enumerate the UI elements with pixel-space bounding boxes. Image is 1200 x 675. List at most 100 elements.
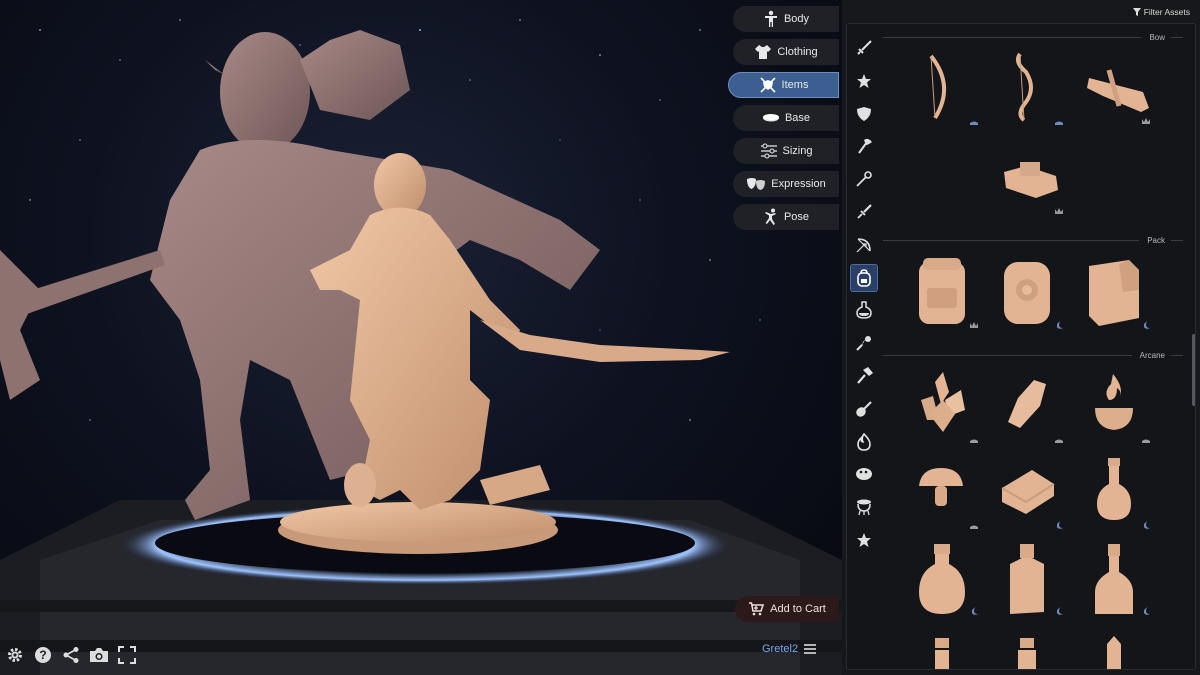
- pose-figure-icon: [764, 208, 776, 225]
- category-body-button[interactable]: Body: [733, 6, 839, 32]
- gourd-bottle-image: [919, 544, 965, 614]
- asset-single-crystal[interactable]: [986, 364, 1068, 448]
- category-clothing-button[interactable]: Clothing: [733, 39, 839, 65]
- crystal-cluster-image: [921, 372, 965, 432]
- bottle-image: [935, 638, 949, 669]
- crown-icon: [1142, 118, 1150, 124]
- hammer-icon: [857, 366, 873, 384]
- sidebar-item-hammer[interactable]: [850, 362, 878, 390]
- category-label: Body: [783, 13, 810, 25]
- dagger-icon: [857, 204, 872, 219]
- sidebar-item-dagger[interactable]: [850, 198, 878, 226]
- sidebar-item-bow[interactable]: [850, 231, 878, 259]
- hand-icon: [1055, 121, 1063, 125]
- asset-spell-book[interactable]: [986, 450, 1068, 534]
- cart-icon: [749, 602, 765, 616]
- sword-icon: [857, 40, 872, 55]
- settings-button[interactable]: [5, 645, 25, 665]
- category-label: Sizing: [782, 145, 813, 157]
- moon-icon: [1143, 521, 1150, 529]
- share-button[interactable]: [61, 645, 81, 665]
- asset-panel: Filter Assets Bow Pack Arcane: [842, 0, 1200, 675]
- section-title: Arcane: [1139, 350, 1165, 360]
- asset-longbow[interactable]: [901, 46, 983, 130]
- category-items-button[interactable]: Items: [728, 72, 839, 98]
- asset-large-backpack[interactable]: [901, 250, 983, 334]
- asset-recurve-bow[interactable]: [986, 46, 1068, 130]
- longbow-image: [929, 54, 947, 120]
- category-label: Clothing: [777, 46, 818, 58]
- sidebar-item-cauldron[interactable]: [850, 493, 878, 521]
- axe-icon: [858, 139, 872, 154]
- section-header-pack: Pack: [883, 234, 1183, 246]
- gear-icon: [8, 648, 22, 662]
- asset-fire-bowl[interactable]: [1073, 364, 1155, 448]
- theater-masks-icon: [747, 178, 766, 190]
- asset-scrollbar[interactable]: [1192, 334, 1195, 406]
- share-icon: [63, 647, 79, 663]
- asset-box-pack[interactable]: [1073, 250, 1155, 334]
- section-header-bow: Bow: [883, 31, 1183, 43]
- item-type-sidebar: [847, 24, 881, 669]
- screenshot-button[interactable]: [89, 645, 109, 665]
- shield-icon: [857, 106, 871, 121]
- sidebar-item-axe[interactable]: [850, 132, 878, 160]
- bottle-image: [1107, 636, 1121, 669]
- help-button[interactable]: ?: [33, 645, 53, 665]
- sidebar-item-star[interactable]: [850, 67, 878, 95]
- round-satchel-image: [1004, 262, 1050, 324]
- viewport-toolbar: ?: [5, 645, 137, 665]
- sidebar-item-favorites[interactable]: [850, 526, 878, 554]
- section-title: Bow: [1149, 32, 1165, 42]
- sidebar-item-staff[interactable]: [850, 165, 878, 193]
- asset-gourd-bottle[interactable]: [901, 536, 983, 620]
- creature-icon: [856, 468, 872, 481]
- tall-bottle-image: [1095, 544, 1133, 614]
- user-menu[interactable]: Gretel2: [762, 641, 817, 657]
- sidebar-item-flame[interactable]: [850, 428, 878, 456]
- sidebar-item-flail[interactable]: [850, 329, 878, 357]
- asset-row-partial-3[interactable]: [1073, 628, 1155, 669]
- asset-mushroom[interactable]: [901, 450, 983, 534]
- add-to-cart-button[interactable]: Add to Cart: [735, 596, 839, 622]
- 3d-viewport[interactable]: [0, 0, 842, 675]
- asset-row-partial-2[interactable]: [986, 628, 1068, 669]
- sidebar-item-sword[interactable]: [850, 34, 878, 62]
- sidebar-item-backpack[interactable]: [850, 263, 878, 292]
- help-icon: ?: [35, 647, 51, 663]
- sidebar-item-creature[interactable]: [850, 460, 878, 488]
- fullscreen-button[interactable]: [117, 645, 137, 665]
- asset-square-bottle[interactable]: [986, 536, 1068, 620]
- spell-book-image: [1001, 470, 1055, 514]
- asset-round-satchel[interactable]: [986, 250, 1068, 334]
- fullscreen-icon: [118, 646, 136, 664]
- category-base-button[interactable]: Base: [733, 105, 839, 131]
- svg-text:?: ?: [39, 648, 46, 662]
- asset-repeating-crossbow[interactable]: [986, 136, 1068, 220]
- category-sizing-button[interactable]: Sizing: [733, 138, 839, 164]
- filter-assets-button[interactable]: Filter Assets: [1132, 7, 1190, 17]
- hand-icon: [1055, 439, 1063, 443]
- base-disc-icon: [762, 114, 779, 122]
- asset-round-potion[interactable]: [1073, 450, 1155, 534]
- category-pose-button[interactable]: Pose: [733, 204, 839, 230]
- sidebar-item-lute[interactable]: [850, 395, 878, 423]
- moon-icon: [1143, 607, 1150, 615]
- sidebar-item-shield[interactable]: [850, 100, 878, 128]
- star-outline-icon: [857, 532, 871, 547]
- hand-icon: [970, 121, 978, 125]
- category-label: Items: [781, 79, 809, 91]
- asset-browser: Bow Pack Arcane: [846, 23, 1196, 670]
- add-to-cart-label: Add to Cart: [770, 603, 826, 615]
- asset-tall-bottle[interactable]: [1073, 536, 1155, 620]
- section-title: Pack: [1147, 235, 1165, 245]
- asset-crystal-cluster[interactable]: [901, 364, 983, 448]
- crossed-swords-shield-icon: [759, 77, 776, 93]
- recurve-bow-image: [1016, 52, 1033, 122]
- category-expression-button[interactable]: Expression: [733, 171, 839, 197]
- sidebar-item-potion[interactable]: [850, 296, 878, 324]
- asset-crossbow[interactable]: [1073, 46, 1155, 130]
- asset-row-partial-1[interactable]: [901, 628, 983, 669]
- camera-icon: [90, 648, 108, 662]
- cauldron-icon: [857, 499, 871, 516]
